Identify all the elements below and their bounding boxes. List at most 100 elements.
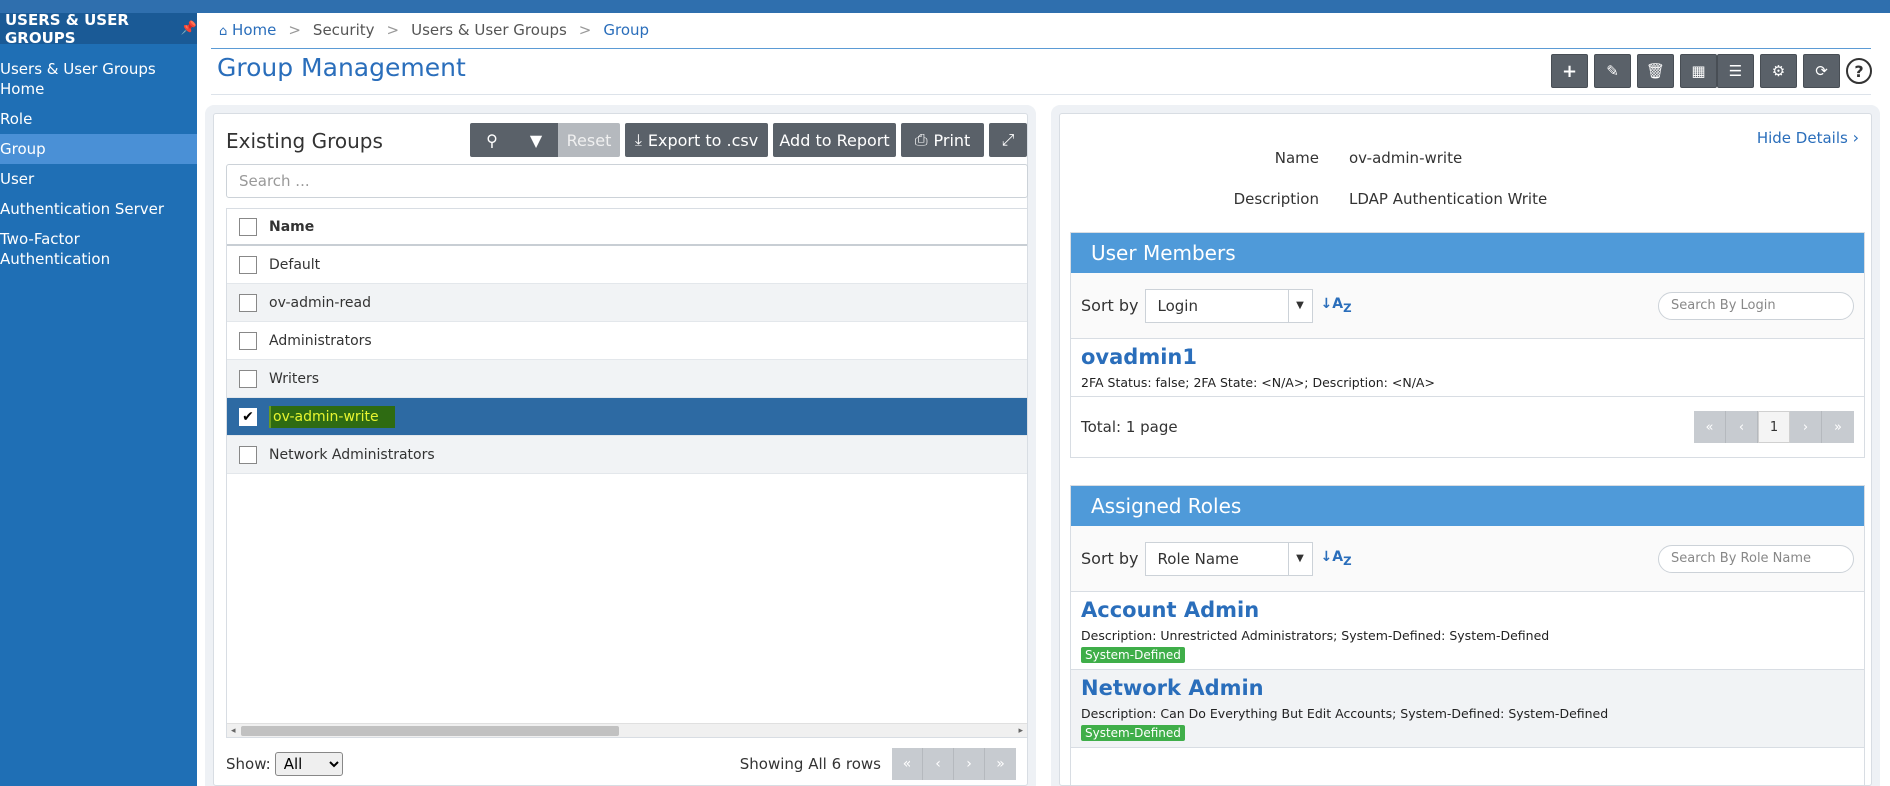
trash-icon: 🗑 — [1645, 62, 1666, 80]
table-row[interactable]: Administrators — [227, 322, 1027, 360]
sort-az-icon[interactable]: ↓AZ — [1321, 549, 1352, 568]
scroll-left-icon[interactable]: ◂ — [231, 724, 236, 737]
breadcrumb-home[interactable]: ⌂ Home — [219, 21, 276, 39]
filter-icon: ▼ — [529, 130, 543, 150]
first-page-button[interactable]: « — [1694, 411, 1726, 443]
list-icon: ☰ — [1728, 62, 1743, 80]
prev-page-button[interactable]: ‹ — [1726, 411, 1758, 443]
list-item: Account Admin Description: Unrestricted … — [1071, 592, 1864, 670]
sidebar-item-group[interactable]: Group — [0, 134, 197, 164]
expand-button[interactable]: ⤢ — [989, 123, 1027, 157]
question-icon: ? — [1854, 61, 1864, 81]
add-to-report-button[interactable]: Add to Report — [773, 123, 896, 157]
double-chevron-right-icon: » — [996, 756, 1005, 772]
sidebar-item-role[interactable]: Role — [0, 104, 197, 134]
row-checkbox[interactable] — [239, 445, 257, 464]
search-by-login-input[interactable] — [1658, 291, 1854, 320]
caret-down-icon: ▼ — [1287, 289, 1312, 322]
horizontal-scrollbar[interactable]: ◂ ▸ — [227, 723, 1027, 737]
download-icon: ⤓ — [634, 130, 642, 149]
total-pages: Total: 1 page — [1081, 418, 1178, 436]
breadcrumb-group: Group — [603, 21, 650, 39]
role-name[interactable]: Network Admin — [1081, 676, 1854, 700]
last-page-button[interactable]: » — [1822, 411, 1854, 443]
list-item: ovadmin1 2FA Status: false; 2FA State: <… — [1071, 339, 1864, 397]
name-label: Name — [1274, 149, 1319, 167]
existing-groups-panel: Existing Groups ⚲ ▼ Reset ⤓ Export to .cs… — [213, 113, 1028, 786]
sort-by-value: Role Name — [1157, 549, 1239, 568]
groups-pager: « ‹ › » — [892, 748, 1016, 780]
search-toggle-button[interactable]: ⚲ — [470, 123, 514, 157]
sidebar-item-home[interactable]: Users & User Groups Home — [0, 54, 197, 104]
table-row[interactable]: Default — [227, 246, 1027, 284]
first-page-button[interactable]: « — [892, 748, 923, 780]
reset-button[interactable]: Reset — [558, 123, 620, 157]
sidebar-item-user[interactable]: User — [0, 164, 197, 194]
prev-page-button[interactable]: ‹ — [923, 748, 954, 780]
table-row[interactable]: ov-admin-read — [227, 284, 1027, 322]
next-page-button[interactable]: › — [1790, 411, 1822, 443]
next-page-button[interactable]: › — [954, 748, 985, 780]
list-item: Network Admin Description: Can Do Everyt… — [1071, 670, 1864, 748]
groups-footer: Show: All Showing All 6 rows « ‹ › » — [226, 744, 1028, 784]
sidebar-item-authentication-server[interactable]: Authentication Server — [0, 194, 197, 224]
add-button[interactable]: + — [1551, 54, 1588, 88]
search-icon: ⚲ — [486, 130, 498, 150]
select-all-checkbox[interactable] — [239, 217, 257, 236]
toolbar: + ✎ 🗑 ▦ ☰ ⚙ ⟳ ? — [1551, 54, 1872, 88]
sidebar-header: USERS & USER GROUPS 📌 — [0, 11, 197, 47]
last-page-button[interactable]: » — [985, 748, 1016, 780]
member-desc: 2FA Status: false; 2FA State: <N/A>; Des… — [1081, 375, 1435, 390]
member-name[interactable]: ovadmin1 — [1081, 345, 1854, 369]
status-badge: System-Defined — [1081, 725, 1185, 741]
table-row[interactable]: Network Administrators — [227, 436, 1027, 474]
list-view-button[interactable]: ☰ — [1717, 54, 1754, 88]
table-header: Name — [227, 209, 1027, 246]
sort-by-select[interactable]: Login ▼ — [1144, 288, 1313, 323]
row-checkbox[interactable] — [239, 331, 257, 350]
existing-groups-title: Existing Groups — [226, 129, 383, 153]
table-row-selected[interactable]: ✔ ov-admin-write — [227, 398, 1027, 436]
breadcrumb-security[interactable]: Security — [313, 21, 375, 39]
scroll-right-icon[interactable]: ▸ — [1018, 724, 1023, 737]
row-checkbox-checked[interactable]: ✔ — [239, 407, 257, 426]
row-checkbox[interactable] — [239, 293, 257, 312]
filter-button[interactable]: ▼ — [514, 123, 558, 157]
rows-info: Showing All 6 rows — [739, 755, 881, 773]
edit-icon: ✎ — [1606, 62, 1619, 80]
grid-view-button[interactable]: ▦ — [1680, 54, 1717, 88]
hide-details-label: Hide Details — [1756, 129, 1848, 147]
chevron-right-icon: › — [1852, 128, 1859, 147]
edit-button[interactable]: ✎ — [1594, 54, 1631, 88]
export-csv-button[interactable]: ⤓ Export to .csv — [625, 123, 768, 157]
refresh-button[interactable]: ⟳ — [1803, 54, 1840, 88]
column-header-name[interactable]: Name — [269, 219, 314, 235]
page-number-button[interactable]: 1 — [1758, 411, 1790, 443]
assigned-roles-sortbar: Sort by Role Name ▼ ↓AZ — [1071, 526, 1864, 592]
print-button[interactable]: ⎙ Print — [901, 123, 984, 157]
table-row[interactable]: Writers — [227, 360, 1027, 398]
breadcrumb-users-groups[interactable]: Users & User Groups — [411, 21, 567, 39]
chevron-left-icon: ‹ — [935, 756, 941, 772]
sidebar-item-two-factor[interactable]: Two-Factor Authentication — [0, 224, 197, 274]
sort-by-select[interactable]: Role Name ▼ — [1144, 541, 1313, 576]
sort-az-icon[interactable]: ↓AZ — [1321, 296, 1352, 315]
settings-button[interactable]: ⚙ — [1760, 54, 1797, 88]
row-checkbox[interactable] — [239, 369, 257, 388]
show-select[interactable]: All — [274, 752, 343, 776]
breadcrumb-separator: > — [386, 21, 400, 39]
sort-by-label: Sort by — [1081, 549, 1139, 568]
scrollbar-thumb[interactable] — [241, 726, 619, 736]
double-chevron-right-icon: » — [1834, 419, 1842, 435]
hide-details-link[interactable]: Hide Details › — [1757, 128, 1859, 147]
refresh-icon: ⟳ — [1815, 62, 1828, 80]
groups-search-input[interactable] — [226, 164, 1028, 198]
delete-button[interactable]: 🗑 — [1637, 54, 1674, 88]
search-by-role-name-input[interactable] — [1658, 544, 1854, 573]
group-name: Default — [269, 256, 321, 273]
help-button[interactable]: ? — [1846, 58, 1872, 84]
sidebar: USERS & USER GROUPS 📌 Users & User Group… — [0, 11, 197, 786]
row-checkbox[interactable] — [239, 255, 257, 274]
pin-icon[interactable]: 📌 — [181, 21, 197, 36]
role-name[interactable]: Account Admin — [1081, 598, 1854, 622]
